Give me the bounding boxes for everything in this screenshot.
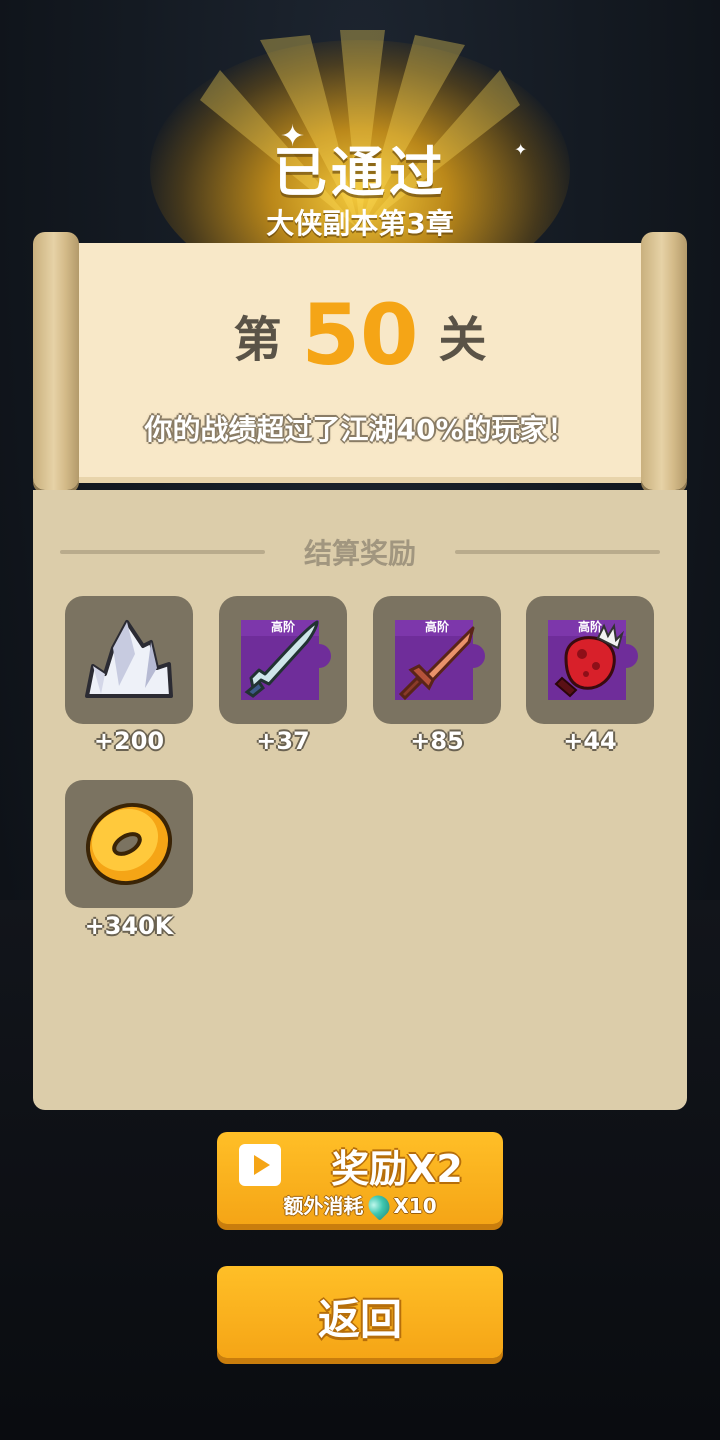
video-play-icon: [239, 1144, 281, 1186]
jade-gem-icon: [364, 1191, 395, 1221]
stage-value: 50: [301, 286, 419, 384]
reward-count: +200: [93, 727, 165, 755]
reward-slot-crystal[interactable]: [65, 596, 193, 724]
back-button-label: 返回: [317, 1295, 402, 1344]
tier-tag: 高阶: [424, 620, 449, 634]
sword-shard-icon: [395, 620, 485, 701]
tier-tag: 高阶: [577, 620, 602, 634]
divider: [60, 550, 265, 554]
reward-slot-blade-shard[interactable]: 高阶: [219, 596, 347, 724]
page-title: 已通过: [273, 141, 447, 204]
gauntlet-shard-icon: [548, 620, 638, 700]
back-button[interactable]: 返回: [217, 1266, 503, 1358]
double-reward-label: 奖励X2: [331, 1147, 463, 1191]
reward-slot-sword-shard[interactable]: 高阶: [373, 596, 501, 724]
reward-count: +340K: [84, 912, 174, 940]
double-reward-button[interactable]: 奖励X2 额外消耗 X10: [217, 1132, 503, 1224]
reward-count: +85: [410, 727, 464, 755]
coin-icon: [85, 802, 173, 886]
extra-cost-amount: X10: [393, 1194, 437, 1218]
tier-tag: 高阶: [270, 620, 295, 634]
blade-shard-icon: [241, 620, 331, 700]
stage-prefix: 第: [233, 312, 282, 368]
crystal-icon: [85, 620, 173, 698]
stage-number: 第 50 关: [68, 285, 652, 385]
stage-suffix: 关: [438, 312, 487, 368]
reward-slot-gauntlet-shard[interactable]: 高阶: [526, 596, 654, 724]
divider: [455, 550, 660, 554]
rewards-title: 结算奖励: [303, 537, 416, 570]
chapter-subtitle: 大侠副本第3章: [266, 207, 454, 240]
reward-slot-coin[interactable]: [65, 780, 193, 908]
extra-cost: 额外消耗 X10: [217, 1190, 503, 1221]
reward-count: +44: [563, 727, 617, 755]
extra-cost-label: 额外消耗: [283, 1194, 364, 1218]
reward-count: +37: [256, 727, 310, 755]
rank-message: 你的战绩超过了江湖40%的玩家！: [144, 413, 576, 446]
